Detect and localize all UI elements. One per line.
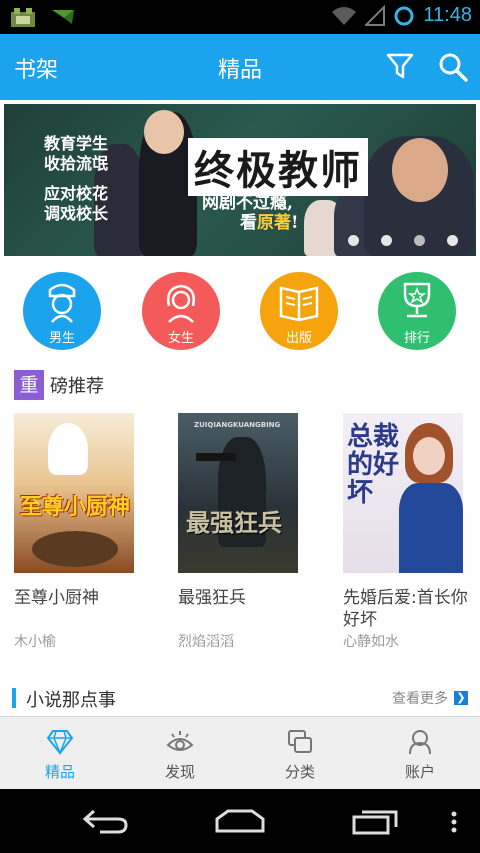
app-bar: 书架 精品: [0, 34, 480, 100]
book-card[interactable]: ZUIQIANGKUANGBING 最强狂兵 最强狂兵 烈焰滔滔: [178, 413, 328, 650]
app-root: 11:48 书架 精品 教育学生 收拾流氓 应对校花 调戏校长 终极教师 网剧不…: [0, 0, 480, 853]
banner-figure-face: [392, 138, 448, 202]
category-female[interactable]: 女生: [142, 272, 220, 350]
system-nav-bar: [0, 789, 480, 853]
book-title: 先婚后爱:首长你好坏: [343, 588, 468, 630]
cover-title: 至尊小厨神: [20, 494, 131, 520]
battery-ring-icon: [394, 6, 414, 25]
category-label: 出版: [285, 331, 312, 346]
book-icon: [279, 286, 319, 322]
category-label: 女生: [167, 331, 194, 346]
category-ranking[interactable]: 排行: [378, 272, 456, 350]
tab-label: 分类: [284, 763, 315, 781]
diamond-icon: [46, 730, 74, 755]
banner-page-dot[interactable]: [447, 235, 458, 246]
category-male[interactable]: 男生: [23, 272, 101, 350]
banner-left-text-2: 应对校花 调戏校长: [44, 184, 109, 223]
category-row: 男生 女生 出版 排行: [0, 272, 480, 352]
featured-badge: 重: [14, 370, 44, 400]
cover-title: 最强狂兵: [186, 508, 282, 537]
banner-tagline-highlight: 原著: [257, 213, 291, 233]
banner-page-dot[interactable]: [381, 235, 392, 246]
tab-label: 精品: [44, 763, 75, 781]
menu-icon[interactable]: [450, 811, 458, 833]
book-cover[interactable]: 总裁的好坏: [343, 413, 463, 573]
clock: 11:48: [423, 4, 472, 26]
wifi-icon: [332, 6, 357, 25]
cover-subtitle: ZUIQIANGKUANGBING: [194, 421, 281, 429]
book-author: 木小榆: [14, 634, 56, 650]
tab-discover[interactable]: 发现: [120, 717, 240, 790]
cover-art: [399, 483, 463, 573]
back-icon[interactable]: [82, 807, 130, 835]
cover-art: [413, 437, 445, 475]
banner-page-dot[interactable]: [414, 235, 425, 246]
promo-banner[interactable]: 教育学生 收拾流氓 应对校花 调戏校长 终极教师 网剧不过瘾, 看原著!: [4, 104, 476, 256]
banner-pagination[interactable]: [348, 235, 458, 246]
home-icon[interactable]: [214, 809, 266, 833]
search-icon[interactable]: [438, 52, 468, 82]
banner-tagline-2a: 看: [240, 213, 257, 233]
tab-label: 账户: [404, 763, 435, 781]
banner-page-dot[interactable]: [348, 235, 359, 246]
section-accent-bar: [12, 688, 16, 708]
male-icon: [48, 283, 76, 323]
chevron-right-icon: ❯: [454, 691, 468, 705]
tab-account[interactable]: 账户: [360, 717, 480, 790]
novel-section-header: 小说那点事 查看更多 ❯: [12, 684, 468, 712]
cover-art: [32, 531, 118, 567]
book-author: 心静如水: [343, 634, 399, 650]
cover-art: [196, 453, 236, 461]
banner-tagline-2c: !: [291, 213, 299, 233]
book-card[interactable]: 至尊小厨神 至尊小厨神 木小榆: [14, 413, 164, 650]
see-more-link[interactable]: 查看更多 ❯: [392, 688, 468, 708]
see-more-label: 查看更多: [392, 691, 448, 707]
book-title: 至尊小厨神: [14, 588, 99, 608]
app-notification-icon: [11, 8, 35, 27]
tab-category[interactable]: 分类: [240, 717, 360, 790]
book-author: 烈焰滔滔: [178, 634, 234, 650]
signal-icon: [365, 4, 386, 26]
bottom-tab-bar: 精品 发现 分类 账户: [0, 716, 480, 789]
status-bar: 11:48: [0, 0, 480, 34]
tab-label: 发现: [164, 763, 195, 781]
cover-title: 总裁的好坏: [347, 422, 400, 508]
category-icon: [288, 730, 312, 753]
category-published[interactable]: 出版: [260, 272, 338, 350]
banner-figure-face: [144, 110, 184, 154]
book-card[interactable]: 总裁的好坏 先婚后爱:首长你好坏 心静如水: [343, 413, 480, 650]
book-cover[interactable]: ZUIQIANGKUANGBING 最强狂兵: [178, 413, 298, 573]
novel-section-title: 小说那点事: [26, 690, 116, 711]
account-icon: [409, 730, 431, 755]
eye-icon: [166, 731, 194, 751]
featured-title: 磅推荐: [50, 376, 104, 397]
tab-featured[interactable]: 精品: [0, 717, 120, 790]
female-icon: [167, 284, 195, 323]
banner-left-text-1: 教育学生 收拾流氓: [44, 134, 109, 173]
cover-art: [48, 423, 88, 475]
download-notification-icon: [52, 10, 74, 24]
banner-tagline-2: 看原著!: [240, 208, 298, 233]
book-title: 最强狂兵: [178, 588, 246, 608]
filter-icon[interactable]: [386, 52, 414, 80]
book-cover[interactable]: 至尊小厨神: [14, 413, 134, 573]
trophy-icon: [403, 282, 431, 318]
featured-header: 重 磅推荐: [14, 370, 104, 400]
recent-apps-icon[interactable]: [352, 807, 400, 835]
category-label: 排行: [403, 331, 430, 346]
category-label: 男生: [48, 331, 75, 346]
